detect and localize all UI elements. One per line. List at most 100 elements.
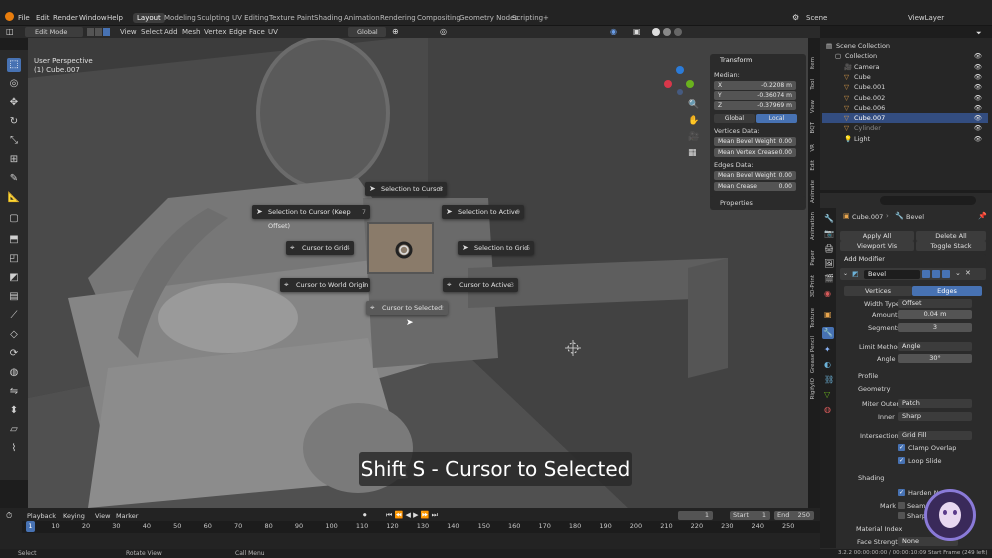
median-x-field[interactable]: X -0.2208 m (714, 81, 796, 90)
pie-selection-to-grid[interactable]: ➤ Selection to Grid 6 (458, 241, 534, 255)
extrude-tool-icon[interactable]: ⬒ (7, 233, 21, 247)
pan-hand-icon[interactable]: ✋ (688, 116, 699, 126)
menu-window[interactable]: Window (79, 14, 107, 22)
rotate-tool-icon[interactable]: ↻ (7, 115, 21, 129)
output-tab-icon[interactable]: 🖨 (824, 244, 834, 253)
face-select-icon[interactable] (103, 28, 110, 36)
menu-render[interactable]: Render (53, 14, 78, 22)
menu-edit[interactable]: Edit (36, 14, 50, 22)
visibility-eye-icon[interactable]: 👁 (974, 82, 982, 92)
view-layer-selector[interactable]: ViewLayer (908, 14, 944, 22)
spin-tool-icon[interactable]: ⟳ (7, 347, 21, 361)
tool-tab-icon[interactable]: 🔧 (824, 214, 834, 223)
side-tab-texture[interactable]: Texture (810, 308, 819, 328)
outliner-row[interactable]: 💡 Light 👁 (822, 134, 988, 144)
width-type-dropdown[interactable]: Offset (898, 299, 972, 308)
view-layer-tab-icon[interactable]: 🖼 (824, 259, 834, 268)
side-tab-animation[interactable]: Animation (810, 212, 819, 240)
scene-selector[interactable]: Scene (806, 14, 827, 22)
outliner-row[interactable]: ▽ Cube 👁 (822, 72, 988, 82)
intersections-dropdown[interactable]: Grid Fill (898, 431, 972, 440)
snap-icon[interactable]: ⊕ (392, 27, 399, 36)
outliner-row[interactable]: 🎥 Camera 👁 (822, 62, 988, 72)
loop-cut-tool-icon[interactable]: ▤ (7, 290, 21, 304)
median-y-field[interactable]: Y -0.36074 m (714, 91, 796, 100)
angle-field[interactable]: 30° (898, 354, 972, 363)
zoom-icon[interactable]: 🔍 (688, 100, 699, 110)
mean-bevel-weight-field[interactable]: Mean Bevel Weight 0.00 (714, 137, 796, 146)
pie-cursor-to-grid[interactable]: ⌖ Cursor to Grid 4 (286, 241, 354, 255)
timeline-editor-icon[interactable]: ⏱ (6, 511, 12, 521)
scene-icon[interactable]: ⚙ (792, 13, 799, 22)
xray-icon[interactable]: ▣ (633, 27, 641, 36)
menu-select[interactable]: Select (141, 28, 163, 36)
menu-help[interactable]: Help (107, 14, 123, 22)
visibility-eye-icon[interactable]: 👁 (974, 72, 982, 82)
blender-logo-icon[interactable] (5, 12, 14, 21)
inset-tool-icon[interactable]: ◰ (7, 252, 21, 266)
camera-view-icon[interactable]: 🎥 (688, 132, 699, 142)
menu-file[interactable]: File (18, 14, 30, 22)
tab-compositing[interactable]: Compositing (417, 14, 461, 22)
visibility-eye-icon[interactable]: 👁 (974, 123, 982, 133)
seam-checkbox[interactable] (898, 502, 905, 509)
outliner-row[interactable]: ▽ Cube.006 👁 (822, 103, 988, 113)
apply-all-button[interactable]: Apply All (840, 231, 914, 241)
ortho-grid-icon[interactable]: ▦ (688, 148, 697, 158)
side-tab-item[interactable]: Item (810, 57, 819, 70)
menu-vertex[interactable]: Vertex (204, 28, 227, 36)
transform-orientation-selector[interactable]: Global (348, 27, 386, 37)
segments-field[interactable]: 3 (898, 323, 972, 332)
shading-rendered-icon[interactable] (674, 28, 682, 36)
side-tab-grease-pencil[interactable]: Grease Pencil (810, 336, 819, 373)
pie-cursor-to-active[interactable]: ⌖ Cursor to Active 3 (443, 278, 518, 292)
constraints-tab-icon[interactable]: ⛓ (824, 375, 834, 384)
side-tab-vr[interactable]: VR (810, 144, 819, 152)
pie-cursor-to-world-origin[interactable]: ⌖ Cursor to World Origin 1 (280, 278, 370, 292)
end-frame-field[interactable]: End 250 (774, 511, 814, 520)
modifier-dropdown-icon[interactable]: ⌄ (955, 269, 961, 277)
tab-scripting[interactable]: Scripting (512, 14, 543, 22)
tab-texture-paint[interactable]: Texture Paint (269, 14, 314, 22)
tab-sculpting[interactable]: Sculpting (197, 14, 230, 22)
tab-shading[interactable]: Shading (314, 14, 342, 22)
render-toggle-icon[interactable] (942, 270, 950, 278)
viewport-vis-button[interactable]: Viewport Vis (840, 241, 914, 251)
visibility-eye-icon[interactable]: 👁 (974, 134, 982, 144)
editmode-toggle-icon[interactable] (922, 270, 930, 278)
local-toggle[interactable]: Local (756, 114, 797, 123)
clamp-overlap-checkbox[interactable]: ✓ (898, 444, 905, 451)
rip-tool-icon[interactable]: ⌇ (7, 442, 21, 456)
pin-icon[interactable]: 📌 (978, 212, 987, 220)
poly-build-tool-icon[interactable]: ◇ (7, 328, 21, 342)
move-tool-icon[interactable]: ✥ (7, 96, 21, 110)
menu-edge[interactable]: Edge (229, 28, 247, 36)
side-tab-rigify[interactable]: RigifyIO (810, 378, 819, 399)
shading-section[interactable]: Shading (858, 474, 884, 482)
median-z-field[interactable]: Z -0.37969 m (714, 101, 796, 110)
scene-tab-icon[interactable]: 🎬 (824, 274, 834, 283)
pie-selection-to-cursor[interactable]: ➤ Selection to Cursor 8 (365, 182, 447, 196)
mean-crease-field[interactable]: Mean Crease 0.00 (714, 182, 796, 191)
record-icon[interactable]: ⏺ (363, 511, 367, 520)
mode-selector[interactable]: Edit Mode (25, 27, 83, 37)
menu-mesh[interactable]: Mesh (182, 28, 200, 36)
editor-type-icon[interactable]: ◫ (6, 27, 14, 36)
affect-vertices-toggle[interactable]: Vertices (844, 286, 912, 296)
pie-cursor-to-selected[interactable]: ⌖ Cursor to Selected 2 (366, 301, 448, 315)
add-cube-tool-icon[interactable]: ▢ (7, 212, 21, 226)
menu-uv[interactable]: UV (268, 28, 278, 36)
limit-method-dropdown[interactable]: Angle (898, 342, 972, 351)
menu-view[interactable]: View (120, 28, 137, 36)
data-tab-icon[interactable]: ▽ (824, 390, 830, 399)
amount-field[interactable]: 0.04 m (898, 310, 972, 319)
timeline-menu-marker[interactable]: Marker (116, 512, 138, 520)
annotate-tool-icon[interactable]: ✎ (7, 172, 21, 186)
measure-tool-icon[interactable]: 📐 (7, 191, 21, 205)
timeline-menu-view[interactable]: View (95, 512, 110, 520)
global-toggle[interactable]: Global (714, 114, 755, 123)
overlay-icon[interactable]: ◉ (610, 27, 617, 36)
material-tab-icon[interactable]: ◍ (824, 405, 831, 414)
outliner-row[interactable]: ▽ Cylinder 👁 (822, 123, 988, 133)
cursor-tool-icon[interactable]: ◎ (7, 77, 21, 91)
